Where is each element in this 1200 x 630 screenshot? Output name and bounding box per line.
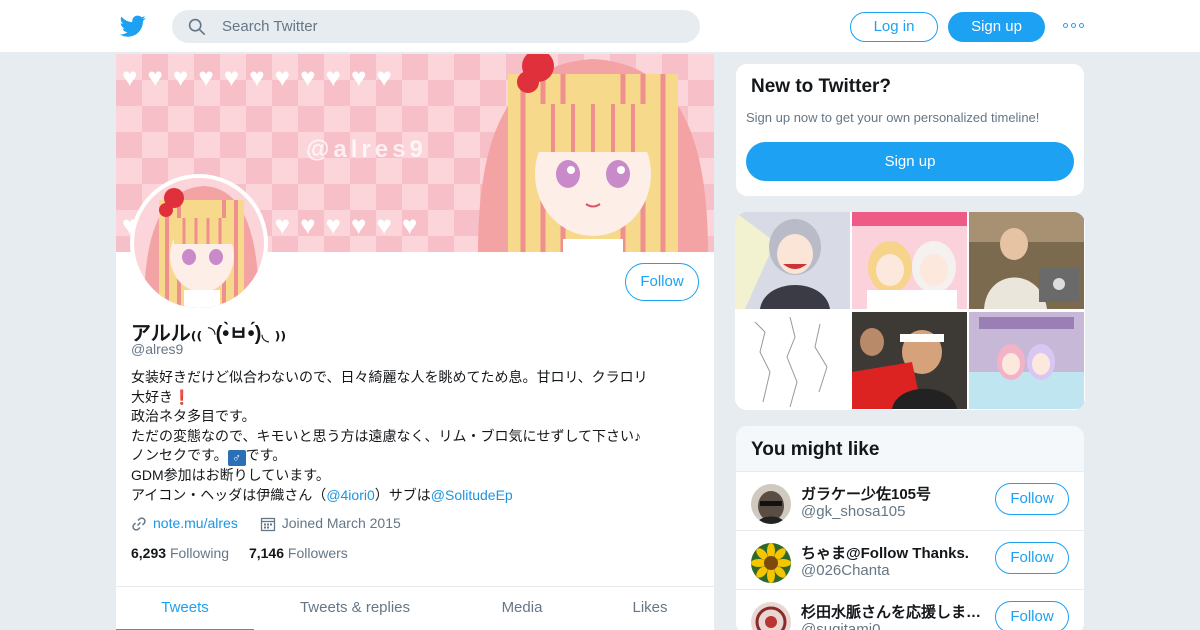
follow-button[interactable]: Follow [625, 263, 699, 301]
followers-count: 7,146 [248, 545, 285, 561]
search-input[interactable] [222, 10, 682, 43]
tab-media[interactable]: Media [482, 587, 562, 630]
you-might-like-title: You might like [751, 439, 880, 460]
following-label: Following [169, 545, 230, 561]
profile-column: ♥♥♥♥♥♥♥♥♥♥♥ ♥♥♥♥♥♥♥♥♥♥♥♥ @alres9 Follow … [116, 54, 714, 630]
avatar[interactable] [751, 543, 791, 583]
bio-text: です。 [245, 447, 287, 463]
bio-mention-link[interactable]: @SolitudeEp [431, 487, 513, 503]
follow-button[interactable]: Follow [995, 542, 1069, 574]
bio-line: ただの変態なので、キモいと思う方は遠慮なく、リム・ブロ気にせずして下さい♪ [131, 427, 642, 444]
bio-line: GDM参加はお断りしています。 [131, 467, 330, 483]
profile-tabs: Tweets Tweets & replies Media Likes [116, 586, 714, 630]
followers-stat[interactable]: 7,146 Followers [249, 545, 348, 561]
joined-text: Joined March 2015 [281, 514, 401, 531]
profile-avatar[interactable] [130, 174, 268, 312]
profile-stats: 6,293 Following 7,146 Followers [131, 545, 364, 561]
bio-text: アイコン・ヘッダは伊織さん（ [131, 486, 327, 503]
profile-meta: note.mu/alres Joined March 2015 [131, 514, 419, 532]
sign-up-card-button[interactable]: Sign up [746, 142, 1074, 181]
bio-line: アイコン・ヘッダは伊織さん（@4iori0）サブは@SolitudeEp [131, 486, 703, 506]
twitter-bird-icon[interactable] [120, 13, 146, 39]
media-grid [735, 212, 1085, 410]
media-image [852, 212, 967, 309]
avatar[interactable] [751, 602, 791, 630]
banner-watermark: @alres9 [306, 136, 427, 163]
media-thumb-ascii-art[interactable] [735, 312, 850, 409]
media-image [735, 212, 850, 309]
profile-joined-date: Joined March 2015 [260, 515, 401, 532]
bio-mention-link[interactable]: @4iori0 [326, 487, 374, 503]
tab-tweets[interactable]: Tweets [116, 587, 254, 630]
profile-website: note.mu/alres [131, 515, 238, 532]
media-image [969, 312, 1084, 409]
more-dots-icon[interactable] [1063, 20, 1087, 32]
follow-button[interactable]: Follow [995, 601, 1069, 630]
media-thumb-man-kimono-laptop[interactable] [969, 212, 1084, 309]
following-stat[interactable]: 6,293 Following [131, 545, 229, 561]
media-thumb-nurse-girls-poster[interactable] [852, 212, 967, 309]
media-image [852, 312, 967, 409]
media-thumb-crowd-politician[interactable] [852, 312, 967, 409]
new-to-twitter-title: New to Twitter? [751, 76, 892, 97]
avatar-image [751, 484, 791, 524]
followers-label: Followers [287, 545, 348, 561]
new-to-twitter-card: New to Twitter? Sign up now to get your … [735, 63, 1085, 197]
bio-text: ノンセクです。 [131, 447, 228, 463]
banner-character-illustration [478, 54, 708, 252]
profile-bio: 女装好きだけど似合わないので、日々綺麗な人を眺めてため息。甘ロリ、クラロリ 大好… [131, 368, 703, 505]
link-icon [132, 517, 146, 531]
bio-text: 大好き [131, 388, 173, 405]
log-in-button[interactable]: Log in [850, 12, 938, 42]
bio-line: 大好き❗ [131, 388, 703, 408]
tab-tweets-and-replies[interactable]: Tweets & replies [278, 587, 432, 630]
suggested-account-name[interactable]: ちゃま@Follow Thanks. [801, 542, 991, 563]
tab-likes[interactable]: Likes [616, 587, 684, 630]
suggested-account-name[interactable]: ガラケー少佐105号 [801, 483, 991, 504]
media-thumb-anime-girl[interactable] [735, 212, 850, 309]
avatar[interactable] [751, 484, 791, 524]
you-might-like-card: You might like ガラケー少佐105号 @gk_shosa105 F… [735, 425, 1085, 630]
bio-line: 女装好きだけど似合わないので、日々綺麗な人を眺めてため息。甘ロリ、クラロリ [131, 369, 648, 385]
top-navigation-bar: Log in Sign up [0, 0, 1200, 53]
sign-up-button[interactable]: Sign up [948, 12, 1045, 42]
banner-hearts-decoration: ♥♥♥♥♥♥♥♥♥♥♥ [122, 62, 402, 92]
media-thumb-anime-room[interactable] [969, 312, 1084, 409]
profile-handle[interactable]: @alres9 [131, 341, 183, 357]
bio-line: 政治ネタ多目です。 [131, 408, 256, 424]
search-box[interactable] [172, 10, 700, 43]
suggested-account-handle: @026Chanta [801, 562, 890, 579]
suggested-account[interactable]: ガラケー少佐105号 @gk_shosa105 Follow [736, 471, 1084, 530]
follow-button[interactable]: Follow [995, 483, 1069, 515]
exclamation-emoji-icon: ❗ [173, 388, 191, 405]
bio-text: ）サブは [374, 486, 431, 503]
male-sign-emoji-icon: ♂ [227, 450, 246, 466]
avatar-image [751, 543, 791, 583]
suggested-account-name[interactable]: 杉田水脈さんを応援しま… [801, 601, 991, 622]
bio-line: ノンセクです。 ♂ です。 [131, 446, 703, 466]
website-link[interactable]: note.mu/alres [153, 515, 238, 531]
new-to-twitter-subtitle: Sign up now to get your own personalized… [746, 110, 1040, 125]
search-icon [188, 18, 206, 36]
avatar-illustration [134, 178, 264, 308]
following-count: 6,293 [131, 545, 167, 561]
media-image [969, 212, 1084, 309]
suggested-account[interactable]: 杉田水脈さんを応援しま… @sugitamj0 Follow [736, 589, 1084, 630]
suggested-account-handle: @gk_shosa105 [801, 503, 906, 520]
suggested-account[interactable]: ちゃま@Follow Thanks. @026Chanta Follow [736, 530, 1084, 589]
calendar-icon [260, 517, 275, 531]
media-image [735, 312, 850, 409]
avatar-image [751, 602, 791, 630]
suggested-account-handle: @sugitamj0 [801, 621, 881, 630]
